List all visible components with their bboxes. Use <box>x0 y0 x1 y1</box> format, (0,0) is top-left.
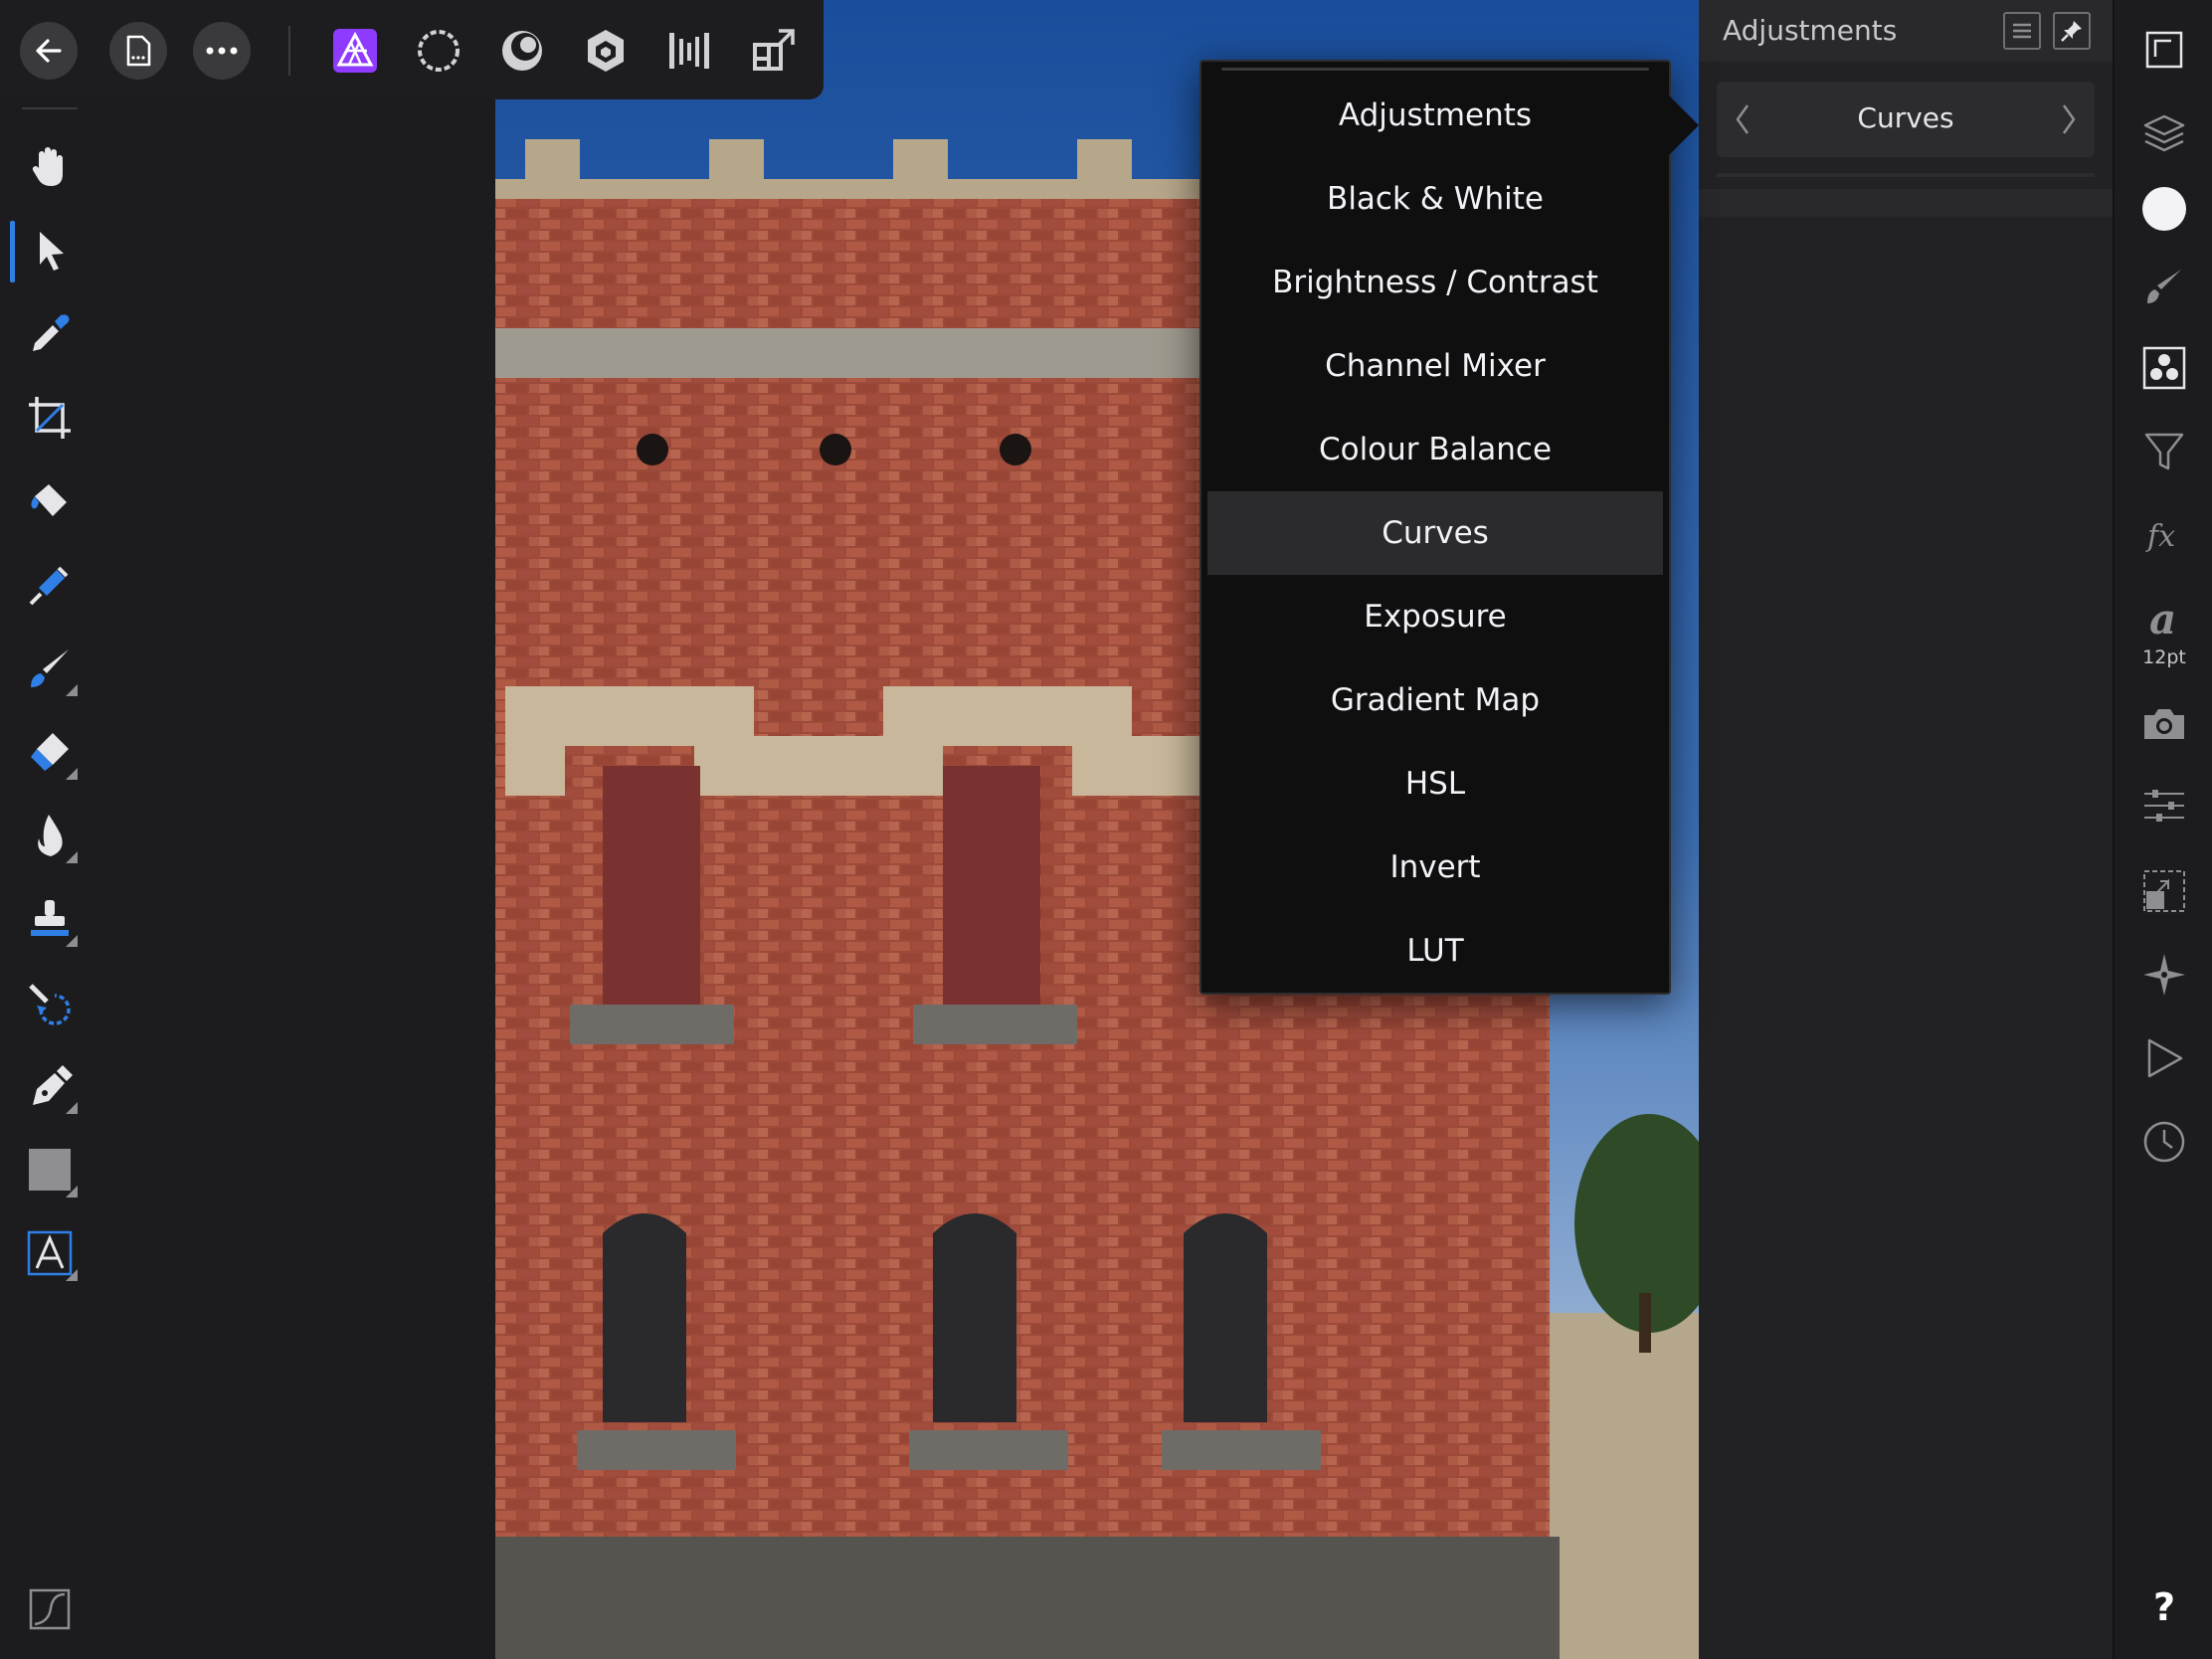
svg-text:fx: fx <box>2145 519 2175 554</box>
layers-icon[interactable] <box>2134 103 2194 163</box>
adjustments-panel: Adjustments Curves <box>1699 0 2113 1659</box>
pen-tool-icon[interactable] <box>20 1056 80 1116</box>
menu-scroll-indicator <box>1221 68 1649 71</box>
flyout-indicator <box>66 935 78 947</box>
panel-header: Adjustments <box>1699 0 2113 62</box>
panel-title: Adjustments <box>1723 14 1898 47</box>
studio-icons-column: fx a 12pt ? <box>2113 0 2212 1659</box>
menu-item-exposure[interactable]: Exposure <box>1207 575 1663 658</box>
snapshot-icon[interactable] <box>2134 694 2194 754</box>
transform-icon[interactable] <box>2134 776 2194 835</box>
filters-icon[interactable] <box>2134 422 2194 481</box>
menu-item-curves[interactable]: Curves <box>1207 491 1663 575</box>
svg-text:a: a <box>2149 598 2176 640</box>
flyout-indicator <box>66 1186 78 1198</box>
selected-adjustment-label: Curves <box>1857 101 1954 134</box>
flyout-indicator <box>66 1102 78 1114</box>
liquify-persona-icon[interactable] <box>412 24 465 78</box>
more-icon[interactable] <box>193 22 251 80</box>
burn-brush-tool-icon[interactable] <box>20 806 80 865</box>
menu-item-gradient-map[interactable]: Gradient Map <box>1207 658 1663 742</box>
colour-icon[interactable] <box>2134 179 2194 239</box>
tone-mapping-persona-icon[interactable] <box>579 24 633 78</box>
tools-panel <box>0 99 99 1659</box>
top-toolbar <box>0 0 824 99</box>
menu-pointer <box>1669 95 1699 155</box>
clone-brush-tool-icon[interactable] <box>20 889 80 949</box>
font-size-label: 12pt <box>2142 646 2186 668</box>
flood-fill-tool-icon[interactable] <box>20 471 80 531</box>
brush-icon[interactable] <box>2134 257 2194 316</box>
selection-icon[interactable] <box>2134 861 2194 921</box>
color-picker-tool-icon[interactable] <box>20 304 80 364</box>
flyout-indicator <box>66 768 78 780</box>
flyout-indicator <box>66 851 78 863</box>
panel-footer-strip <box>1699 189 2113 217</box>
pin-icon <box>2061 21 2082 42</box>
flyout-indicator <box>66 684 78 696</box>
context-toolbar-toggle-icon[interactable] <box>20 1579 80 1639</box>
undo-brush-tool-icon[interactable] <box>20 973 80 1032</box>
tools-divider <box>22 107 78 109</box>
export-persona-icon[interactable] <box>662 24 716 78</box>
panel-menu-button[interactable] <box>2003 12 2041 50</box>
macro-icon[interactable] <box>2134 1028 2194 1088</box>
paint-brush-tool-icon[interactable] <box>20 639 80 698</box>
toolbar-separator <box>288 26 290 76</box>
menu-item-colour-balance[interactable]: Colour Balance <box>1207 408 1663 491</box>
menu-item-brightness-contrast[interactable]: Brightness / Contrast <box>1207 241 1663 324</box>
selection-brush-tool-icon[interactable] <box>20 555 80 615</box>
document-icon[interactable] <box>109 22 167 80</box>
hand-tool-icon[interactable] <box>20 137 80 197</box>
develop-persona-icon[interactable] <box>495 24 549 78</box>
adjustment-selector[interactable]: Curves <box>1717 82 2095 157</box>
adjustments-dropdown-menu: Adjustments Black & White Brightness / C… <box>1199 60 1671 995</box>
effects-icon[interactable]: fx <box>2134 505 2194 565</box>
active-tool-indicator <box>10 221 15 282</box>
menu-item-hsl[interactable]: HSL <box>1207 742 1663 826</box>
panel-pin-button[interactable] <box>2053 12 2091 50</box>
character-icon[interactable]: a <box>2134 589 2194 648</box>
panel-divider <box>1717 173 2095 177</box>
list-icon <box>2013 23 2031 39</box>
menu-item-invert[interactable]: Invert <box>1207 826 1663 909</box>
photo-persona-icon[interactable] <box>328 24 382 78</box>
menu-item-black-white[interactable]: Black & White <box>1207 157 1663 241</box>
flyout-indicator <box>66 1269 78 1281</box>
rectangle-tool-icon[interactable] <box>20 1140 80 1199</box>
navigator-icon[interactable] <box>2134 945 2194 1005</box>
move-tool-icon[interactable] <box>20 221 80 280</box>
canvas-size-icon[interactable] <box>2134 20 2194 80</box>
menu-item-channel-mixer[interactable]: Channel Mixer <box>1207 324 1663 408</box>
crop-tool-icon[interactable] <box>20 388 80 448</box>
history-icon[interactable] <box>2134 1112 2194 1172</box>
erase-brush-tool-icon[interactable] <box>20 722 80 782</box>
artistic-text-tool-icon[interactable] <box>20 1223 80 1283</box>
next-arrow-icon[interactable] <box>2051 99 2087 139</box>
adjustments-icon[interactable] <box>2134 338 2194 398</box>
help-button[interactable]: ? <box>2115 1585 2212 1629</box>
back-arrow-icon[interactable] <box>20 22 78 80</box>
macro-persona-icon[interactable] <box>746 24 800 78</box>
menu-item-adjustments[interactable]: Adjustments <box>1207 74 1663 157</box>
menu-item-lut[interactable]: LUT <box>1207 909 1663 993</box>
